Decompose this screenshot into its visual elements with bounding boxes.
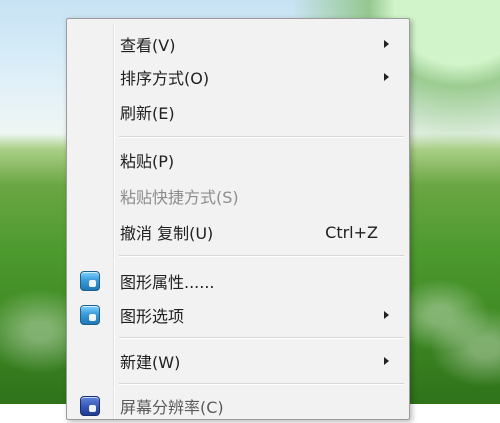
menu-item-label: 查看(V) bbox=[120, 36, 176, 55]
menu-item-graphics-properties[interactable]: 图形属性...... bbox=[72, 264, 404, 298]
menu-separator bbox=[119, 337, 404, 339]
menu-item-paste[interactable]: 粘贴(P) bbox=[72, 143, 404, 177]
menu-item-label: 图形属性...... bbox=[120, 273, 215, 292]
menu-separator bbox=[119, 136, 404, 138]
menu-item-label: 排序方式(O) bbox=[120, 69, 210, 88]
menu-item-undo-copy[interactable]: 撤消 复制(U) Ctrl+Z bbox=[72, 215, 404, 249]
graphics-properties-icon bbox=[80, 271, 100, 291]
menu-separator bbox=[119, 255, 404, 257]
menu-item-label: 刷新(E) bbox=[120, 104, 175, 123]
menu-item-graphics-options[interactable]: 图形选项 bbox=[72, 298, 404, 332]
menu-item-view[interactable]: 查看(V) bbox=[72, 27, 404, 61]
display-icon bbox=[80, 396, 100, 416]
menu-item-sort-by[interactable]: 排序方式(O) bbox=[72, 60, 404, 94]
menu-item-new[interactable]: 新建(W) bbox=[72, 344, 404, 378]
menu-item-screen-resolution[interactable]: 屏幕分辨率(C) bbox=[72, 389, 404, 423]
submenu-arrow-icon bbox=[384, 40, 389, 48]
menu-item-paste-shortcut[interactable]: 粘贴快捷方式(S) bbox=[72, 179, 404, 213]
desktop-context-menu: 查看(V) 排序方式(O) 刷新(E) 粘贴(P) 粘贴快捷方式(S) 撤消 复… bbox=[66, 18, 410, 420]
menu-item-refresh[interactable]: 刷新(E) bbox=[72, 95, 404, 129]
submenu-arrow-icon bbox=[384, 311, 389, 319]
menu-item-shortcut: Ctrl+Z bbox=[325, 222, 378, 242]
menu-item-label: 图形选项 bbox=[120, 307, 185, 326]
graphics-options-icon bbox=[80, 305, 100, 325]
submenu-arrow-icon bbox=[384, 73, 389, 81]
menu-item-label: 撤消 复制(U) bbox=[120, 224, 214, 243]
menu-separator bbox=[119, 383, 404, 385]
menu-item-label: 新建(W) bbox=[120, 353, 181, 372]
menu-item-label: 粘贴快捷方式(S) bbox=[120, 188, 239, 207]
submenu-arrow-icon bbox=[384, 357, 389, 365]
menu-item-label: 屏幕分辨率(C) bbox=[120, 398, 224, 417]
menu-item-label: 粘贴(P) bbox=[120, 152, 175, 171]
